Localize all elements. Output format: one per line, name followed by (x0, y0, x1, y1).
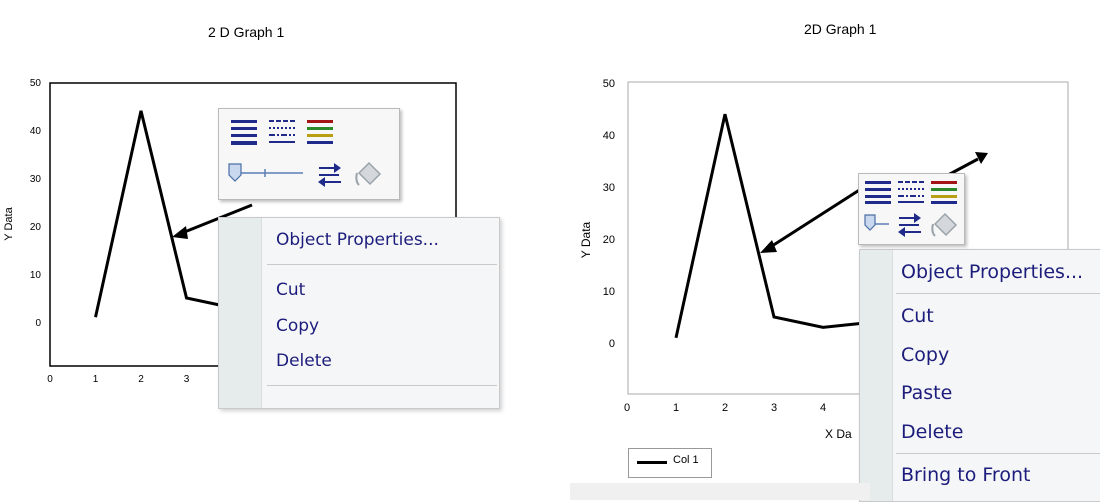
menu-item-copy[interactable]: Copy (901, 344, 949, 366)
background-strip (570, 483, 870, 500)
fill-bucket-icon[interactable] (929, 210, 959, 242)
context-menu: Object Properties... Cut Copy Paste Dele… (859, 249, 1100, 502)
legend-label: Col 1 (673, 454, 699, 466)
line-arrows-icon[interactable] (317, 161, 343, 189)
y-tick-label: 20 (603, 234, 615, 246)
y-tick-label: 40 (603, 130, 615, 142)
y-tick-label: 10 (603, 286, 615, 298)
menu-separator (896, 453, 1100, 454)
y-tick-label: 0 (609, 338, 615, 350)
menu-item-bring-to-front[interactable]: Bring to Front (901, 464, 1030, 486)
line-color-icon[interactable] (931, 179, 959, 205)
dash-style-icon[interactable] (898, 179, 926, 205)
mini-toolbar (858, 173, 965, 245)
menu-item-delete[interactable]: Delete (901, 421, 963, 443)
x-tick-label: 0 (47, 374, 53, 385)
line-style-icon[interactable] (865, 179, 893, 205)
y-tick-label: 10 (30, 270, 42, 281)
y-axis-label: Y Data (579, 221, 593, 258)
y-tick-label: 50 (603, 78, 615, 90)
y-tick-label: 30 (30, 174, 42, 185)
menu-gutter (860, 250, 893, 501)
menu-item-object-properties[interactable]: Object Properties... (276, 230, 439, 250)
menu-gutter (219, 218, 262, 408)
x-tick-label: 0 (624, 402, 630, 414)
line-arrows-icon[interactable] (897, 212, 925, 240)
y-tick-label: 50 (30, 78, 42, 89)
menu-item-cut[interactable]: Cut (901, 305, 934, 327)
menu-separator (267, 264, 497, 265)
x-tick-label: 4 (820, 402, 826, 414)
y-axis-label: Y Data (3, 206, 15, 240)
menu-item-paste[interactable]: Paste (901, 382, 952, 404)
fill-bucket-icon[interactable] (353, 159, 383, 191)
line-style-icon[interactable] (231, 118, 259, 146)
menu-item-delete[interactable]: Delete (276, 351, 332, 371)
line-color-icon[interactable] (307, 118, 335, 146)
menu-separator (267, 385, 497, 386)
right-graph-panel: 2D Graph 1 Y Data X Da 50 40 30 20 10 0 01234… (550, 0, 1100, 502)
x-tick-label: 2 (138, 374, 144, 385)
line-thickness-slider-icon[interactable] (225, 161, 305, 185)
menu-item-cut[interactable]: Cut (276, 280, 305, 300)
mini-toolbar (218, 108, 400, 200)
legend[interactable]: Col 1 (628, 448, 712, 478)
x-tick-label: 3 (184, 374, 190, 385)
menu-separator (896, 293, 1100, 294)
dash-style-icon[interactable] (269, 118, 297, 146)
y-tick-label: 30 (603, 182, 615, 194)
legend-swatch (637, 461, 667, 464)
menu-item-copy[interactable]: Copy (276, 316, 319, 336)
x-tick-label: 3 (771, 402, 777, 414)
y-tick-label: 0 (35, 318, 41, 329)
x-tick-label: 1 (93, 374, 99, 385)
y-tick-label: 40 (30, 126, 42, 137)
line-thickness-slider-icon[interactable] (861, 212, 891, 238)
x-tick-label: 2 (722, 402, 728, 414)
left-graph-panel: 2 D Graph 1 Y Data 50403020100 0123 (0, 0, 550, 500)
context-menu: Object Properties... Cut Copy Delete (218, 217, 500, 409)
x-tick-label: 1 (673, 402, 679, 414)
x-axis-label: X Da (825, 427, 852, 441)
y-tick-label: 20 (30, 222, 42, 233)
menu-item-object-properties[interactable]: Object Properties... (901, 261, 1083, 283)
